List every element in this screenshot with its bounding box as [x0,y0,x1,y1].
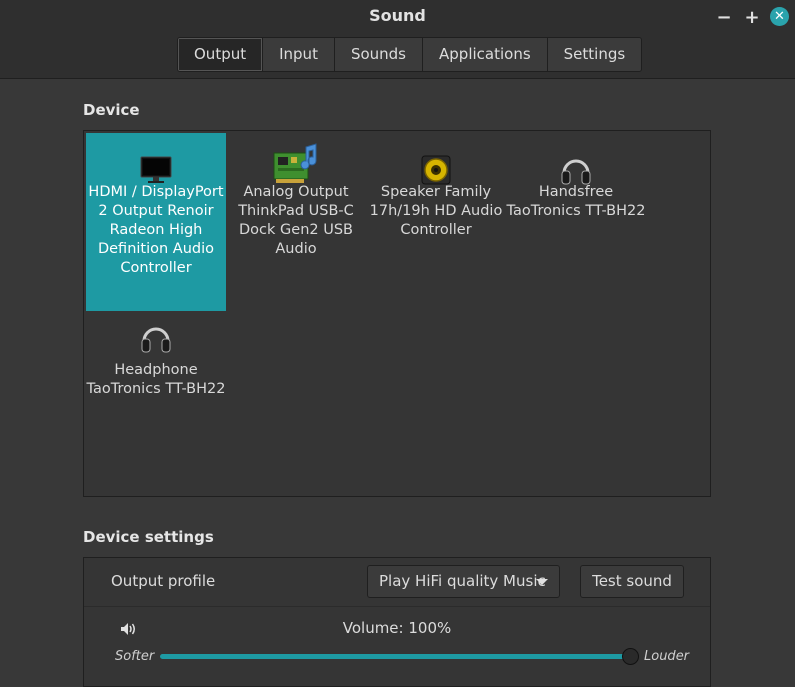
device-label: Analog Output ThinkPad USB-C Dock Gen2 U… [238,184,354,257]
tab-sounds[interactable]: Sounds [334,38,424,71]
tab-applications[interactable]: Applications [423,38,548,71]
chevron-down-icon [536,579,548,585]
device-item-handsfree[interactable]: Handsfree TaoTronics TT-BH22 [506,133,646,311]
speaker-icon [421,155,451,191]
volume-slider-fill [160,654,630,659]
close-button[interactable]: ✕ [770,7,789,26]
device-item-hdmi[interactable]: HDMI / DisplayPort 2 Output Renoir Radeo… [86,133,226,311]
headphones-icon [140,321,172,361]
test-sound-button[interactable]: Test sound [580,565,684,598]
softer-label: Softer [115,649,155,664]
tab-output[interactable]: Output [178,38,264,71]
tab-input[interactable]: Input [263,38,335,71]
device-settings-panel: Output profile Play HiFi quality Music T… [83,557,711,687]
volume-slider[interactable] [160,648,639,665]
minimize-button[interactable]: − [714,7,734,28]
device-section-title: Device [83,101,140,119]
volume-label: Volume: 100% [342,619,452,637]
device-label: Speaker Family 17h/19h HD Audio Controll… [369,184,503,238]
output-profile-label: Output profile [111,572,216,590]
tab-settings[interactable]: Settings [547,38,642,71]
window-title: Sound [369,6,426,25]
device-item-speaker[interactable]: Speaker Family 17h/19h HD Audio Controll… [366,133,506,311]
title-bar: Sound − + ✕ Output Input Sounds Applicat… [0,0,795,79]
tab-bar: Output Input Sounds Applications Setting… [177,37,643,72]
louder-label: Louder [644,649,690,664]
device-label: HDMI / DisplayPort 2 Output Renoir Radeo… [88,184,224,276]
device-item-headphone[interactable]: Headphone TaoTronics TT-BH22 [86,311,226,411]
device-list: HDMI / DisplayPort 2 Output Renoir Radeo… [83,130,711,497]
row-divider [84,606,710,607]
monitor-icon [139,155,173,191]
sound-card-icon [272,141,320,193]
output-profile-dropdown[interactable]: Play HiFi quality Music [367,565,560,598]
headphones-icon [560,153,592,193]
device-label: Headphone TaoTronics TT-BH22 [86,362,226,397]
output-profile-value: Play HiFi quality Music [379,572,546,590]
device-item-analog-output[interactable]: Analog Output ThinkPad USB-C Dock Gen2 U… [226,133,366,311]
maximize-button[interactable]: + [742,7,762,28]
device-settings-title: Device settings [83,528,214,546]
volume-slider-handle[interactable] [622,648,639,665]
